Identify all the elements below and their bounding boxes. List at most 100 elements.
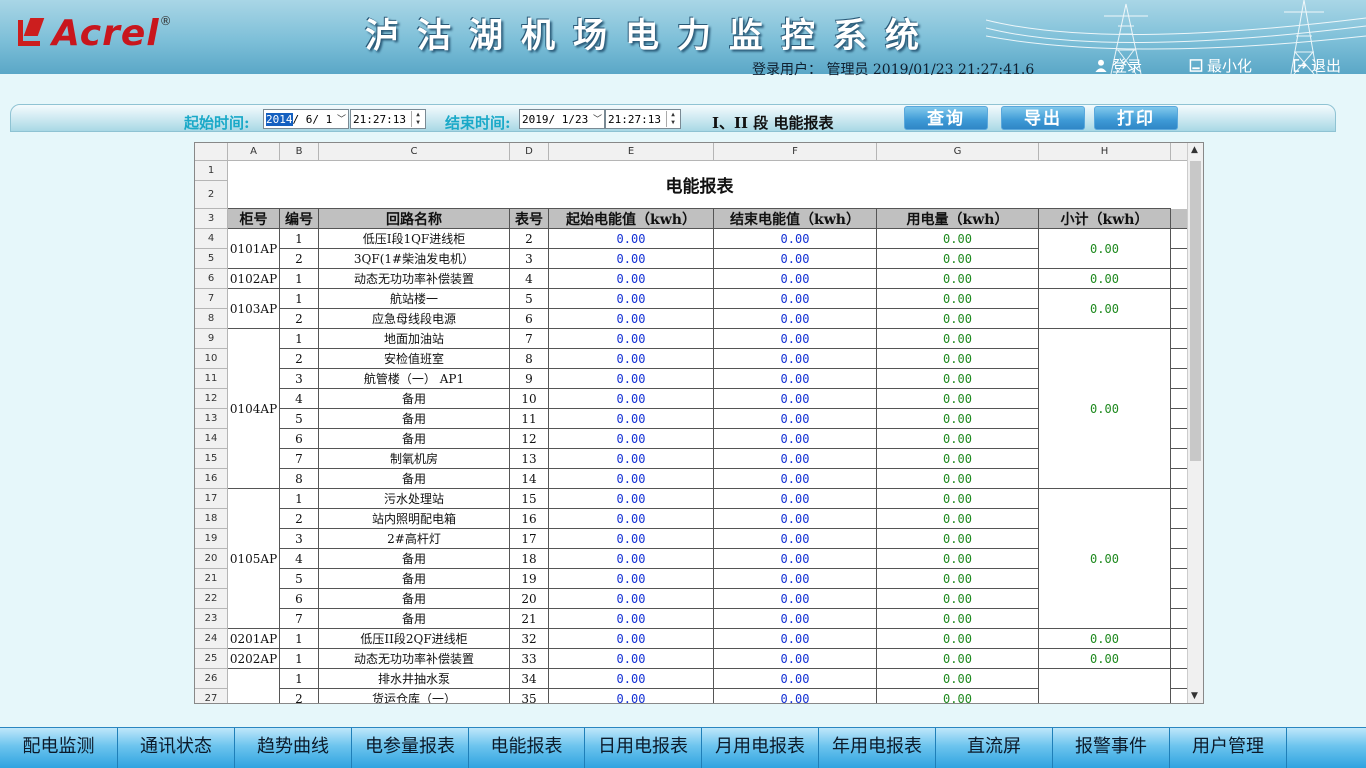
nav-item[interactable]: 趋势曲线 (235, 728, 352, 768)
row-header[interactable]: 7 (195, 289, 228, 309)
chevron-down-icon[interactable]: ﹀ (593, 112, 602, 125)
nav-item[interactable]: 直流屏 (936, 728, 1053, 768)
subtotal-cell: 0.00 (1039, 269, 1171, 289)
scrollbar-thumb[interactable] (1190, 161, 1201, 461)
start-time-field[interactable]: 21:27:13 ▲ ▼ (350, 109, 426, 129)
table-cell: 0.00 (877, 469, 1039, 489)
table-cell: 0.00 (549, 329, 714, 349)
table-cell: 0.00 (714, 449, 877, 469)
minimize-button[interactable]: 最小化 (1189, 55, 1252, 76)
row-header[interactable]: 14 (195, 429, 228, 449)
row-header[interactable]: 2 (195, 181, 228, 209)
row-header[interactable]: 26 (195, 669, 228, 689)
column-header[interactable]: G (877, 143, 1039, 161)
start-date-picker[interactable]: 2014 / 6/ 1 ﹀ (263, 109, 349, 129)
table-cell: 3 (280, 529, 319, 549)
row-header[interactable]: 20 (195, 549, 228, 569)
row-header[interactable]: 5 (195, 249, 228, 269)
row-header[interactable]: 24 (195, 629, 228, 649)
table-cell: 0.00 (549, 309, 714, 329)
print-button[interactable]: 打印 (1094, 106, 1178, 130)
row-header[interactable]: 13 (195, 409, 228, 429)
subtotal-cell: 0.00 (1039, 489, 1171, 629)
table-cell: 0.00 (549, 689, 714, 703)
nav-item[interactable]: 报警事件 (1053, 728, 1170, 768)
login-user-info: 登录用户： 管理员 2019/01/23 21:27:41.6 (752, 62, 1035, 78)
table-cell: 32 (510, 629, 549, 649)
table-cell: 33 (510, 649, 549, 669)
scroll-down-icon[interactable]: ▼ (1191, 691, 1198, 701)
row-header[interactable]: 11 (195, 369, 228, 389)
table-cell: 1 (280, 629, 319, 649)
nav-item[interactable]: 月用电报表 (702, 728, 819, 768)
scroll-up-icon[interactable]: ▲ (1191, 145, 1198, 155)
row-header[interactable]: 27 (195, 689, 228, 703)
table-cell: 0.00 (714, 369, 877, 389)
chevron-down-icon[interactable]: ﹀ (337, 112, 346, 125)
end-time-field[interactable]: 21:27:13 ▲ ▼ (605, 109, 681, 129)
row-header[interactable]: 19 (195, 529, 228, 549)
table-cell: 0.00 (714, 569, 877, 589)
row-header[interactable]: 22 (195, 589, 228, 609)
row-header[interactable]: 21 (195, 569, 228, 589)
nav-item[interactable]: 通讯状态 (118, 728, 235, 768)
query-button[interactable]: 查询 (904, 106, 988, 130)
nav-item[interactable]: 日用电报表 (585, 728, 702, 768)
logo-text: Acrel (52, 12, 160, 54)
spin-updown-icon[interactable]: ▲ ▼ (666, 111, 679, 127)
row-header[interactable]: 12 (195, 389, 228, 409)
row-header[interactable]: 25 (195, 649, 228, 669)
login-button[interactable]: 登录 (1094, 55, 1142, 76)
column-header[interactable]: E (549, 143, 714, 161)
row-header[interactable]: 3 (195, 209, 228, 229)
row-header[interactable]: 10 (195, 349, 228, 369)
nav-item[interactable]: 配电监测 (0, 728, 118, 768)
table-cell: 4 (280, 389, 319, 409)
table-cell: 站内照明配电箱 (319, 509, 510, 529)
table-cell: 0.00 (549, 609, 714, 629)
nav-item[interactable]: 年用电报表 (819, 728, 936, 768)
table-cell: 0.00 (549, 409, 714, 429)
table-cell: 18 (510, 549, 549, 569)
row-header[interactable]: 9 (195, 329, 228, 349)
end-date-picker[interactable]: 2019/ 1/23 ﹀ (519, 109, 605, 129)
row-header[interactable]: 16 (195, 469, 228, 489)
row-header[interactable]: 1 (195, 161, 228, 181)
table-cell: 0.00 (877, 689, 1039, 703)
row-header[interactable]: 4 (195, 229, 228, 249)
column-header[interactable]: B (280, 143, 319, 161)
logout-button[interactable]: 退出 (1293, 55, 1341, 76)
table-cell: 0.00 (549, 289, 714, 309)
column-header[interactable]: H (1039, 143, 1171, 161)
nav-item[interactable]: 用户管理 (1170, 728, 1287, 768)
table-cell: 0.00 (714, 429, 877, 449)
table-cell: 0.00 (877, 529, 1039, 549)
row-header[interactable]: 17 (195, 489, 228, 509)
report-name: I、II 段 电能报表 (712, 114, 834, 132)
column-header[interactable]: A (228, 143, 280, 161)
row-header[interactable]: 6 (195, 269, 228, 289)
row-header[interactable]: 8 (195, 309, 228, 329)
table-cell: 0.00 (549, 569, 714, 589)
cabinet-cell: 0103AP (228, 289, 280, 329)
table-cell: 应急母线段电源 (319, 309, 510, 329)
table-cell: 0.00 (549, 669, 714, 689)
row-header[interactable]: 18 (195, 509, 228, 529)
table-cell: 0.00 (877, 489, 1039, 509)
table-cell: 17 (510, 529, 549, 549)
vertical-scrollbar[interactable]: ▲ ▼ (1187, 143, 1203, 703)
row-header[interactable]: 15 (195, 449, 228, 469)
spin-updown-icon[interactable]: ▲ ▼ (411, 111, 424, 127)
table-cell: 35 (510, 689, 549, 703)
nav-item[interactable]: 电能报表 (469, 728, 585, 768)
column-header[interactable]: D (510, 143, 549, 161)
row-header[interactable]: 23 (195, 609, 228, 629)
table-cell: 10 (510, 389, 549, 409)
table-cell: 0.00 (714, 549, 877, 569)
column-header[interactable]: C (319, 143, 510, 161)
energy-report-sheet[interactable]: A B C D E F G H 1 2 3 电能报表 柜号 编号 回路名称 表号 起始电能值（kwh） 结束电能值… (194, 142, 1204, 704)
export-button[interactable]: 导出 (1001, 106, 1085, 130)
table-cell: 16 (510, 509, 549, 529)
column-header[interactable]: F (714, 143, 877, 161)
nav-item[interactable]: 电参量报表 (352, 728, 469, 768)
